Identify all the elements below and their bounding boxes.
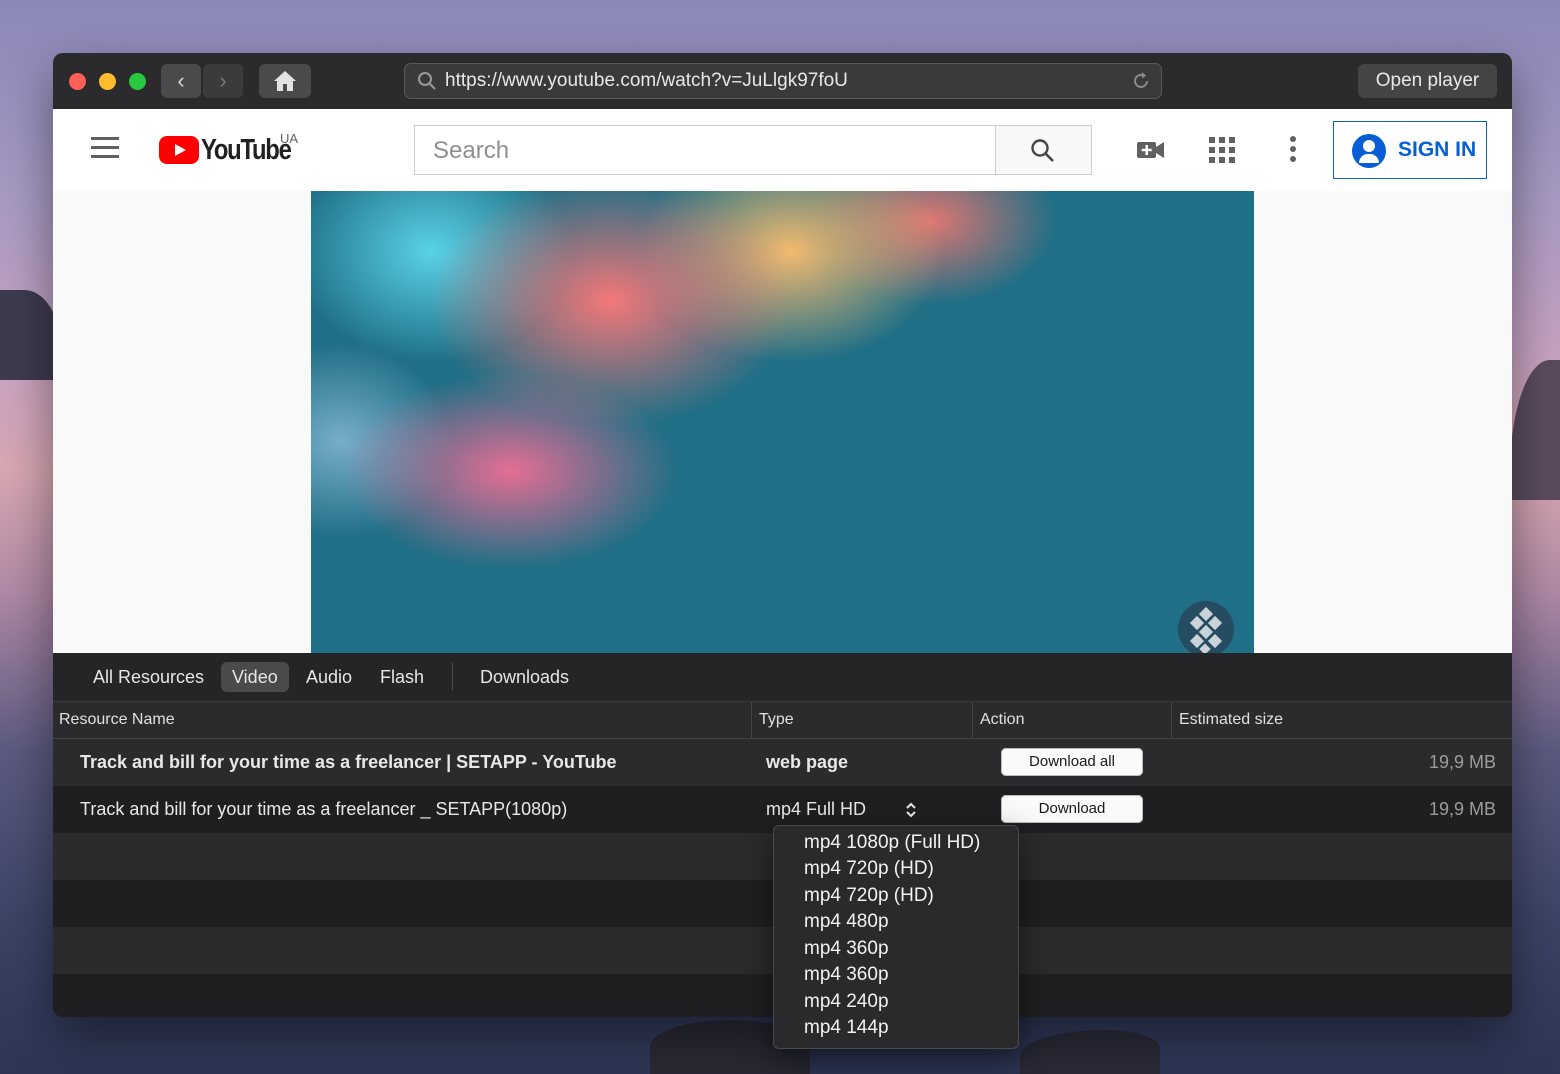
background-hill-left <box>0 290 60 380</box>
tab-video[interactable]: Video <box>221 662 289 692</box>
chevron-left-icon: ‹ <box>177 68 185 93</box>
forward-button[interactable]: › <box>203 64 243 98</box>
resource-type: web page <box>766 752 849 772</box>
more-options-icon[interactable] <box>1277 135 1309 165</box>
back-button[interactable]: ‹ <box>161 64 201 98</box>
chevron-updown-icon[interactable] <box>904 801 918 819</box>
column-divider <box>751 702 752 738</box>
column-type[interactable]: Type <box>759 702 794 738</box>
background-hill-right <box>1510 360 1560 500</box>
format-option[interactable]: mp4 1080p (Full HD) <box>804 830 980 856</box>
tab-downloads[interactable]: Downloads <box>469 662 580 692</box>
chevron-right-icon: › <box>219 68 227 93</box>
sign-in-label: SIGN IN <box>1398 138 1477 161</box>
web-page: YouTube UA Search SIGN IN <box>53 109 1512 653</box>
column-resource-name[interactable]: Resource Name <box>59 702 175 738</box>
apps-grid-icon[interactable] <box>1206 135 1238 165</box>
youtube-header: YouTube UA Search SIGN IN <box>53 109 1512 191</box>
search-icon <box>1031 139 1054 162</box>
home-icon <box>274 71 296 91</box>
tab-all-resources[interactable]: All Resources <box>82 662 215 692</box>
column-action[interactable]: Action <box>980 702 1024 738</box>
minimize-window-button[interactable] <box>99 73 116 90</box>
setapp-icon[interactable] <box>1178 601 1234 653</box>
menu-icon[interactable] <box>91 137 119 161</box>
table-header: Resource Name Type Action Estimated size <box>53 702 1512 739</box>
format-option[interactable]: mp4 720p (HD) <box>804 883 934 909</box>
reload-icon[interactable] <box>1131 71 1151 91</box>
tab-audio[interactable]: Audio <box>295 662 363 692</box>
download-button[interactable]: Download <box>1001 795 1143 823</box>
title-bar: ‹ › https://www.youtube.com/watch?v=JuLl… <box>53 53 1512 109</box>
resource-name: Track and bill for your time as a freela… <box>80 752 617 772</box>
format-option[interactable]: mp4 480p <box>804 909 889 935</box>
region-label: UA <box>280 131 299 146</box>
create-video-icon[interactable] <box>1135 135 1167 165</box>
zoom-window-button[interactable] <box>129 73 146 90</box>
resource-tabs: All Resources Video Audio Flash Download… <box>53 653 1512 702</box>
format-option[interactable]: mp4 360p <box>804 936 889 962</box>
search-input[interactable] <box>431 136 975 166</box>
account-icon <box>1352 134 1386 168</box>
close-window-button[interactable] <box>69 73 86 90</box>
estimated-size: 19,9 MB <box>1428 752 1496 772</box>
background-island <box>1020 1030 1160 1074</box>
home-button[interactable] <box>259 64 311 98</box>
download-all-button[interactable]: Download all <box>1001 748 1143 776</box>
youtube-play-icon <box>159 136 199 164</box>
estimated-size: 19,9 MB <box>1428 799 1496 819</box>
column-estimated-size[interactable]: Estimated size <box>1179 702 1283 738</box>
format-option[interactable]: mp4 240p <box>804 989 889 1015</box>
tab-divider <box>452 663 453 691</box>
table-row[interactable]: Track and bill for your time as a freela… <box>53 739 1512 786</box>
tab-flash[interactable]: Flash <box>369 662 435 692</box>
format-dropdown-menu: mp4 1080p (Full HD) mp4 720p (HD) mp4 72… <box>773 825 1019 1049</box>
youtube-logo-text: YouTube <box>201 134 292 166</box>
column-divider <box>1171 702 1172 738</box>
search-button[interactable] <box>996 125 1092 175</box>
search-icon <box>418 72 436 90</box>
sign-in-button[interactable]: SIGN IN <box>1333 121 1487 179</box>
column-divider <box>972 702 973 738</box>
video-player[interactable] <box>311 191 1254 653</box>
open-player-button[interactable]: Open player <box>1358 64 1497 98</box>
url-text[interactable]: https://www.youtube.com/watch?v=JuLlgk97… <box>445 64 848 98</box>
resource-name: Track and bill for your time as a freela… <box>80 799 568 819</box>
format-option[interactable]: mp4 720p (HD) <box>804 856 934 882</box>
format-option[interactable]: mp4 360p <box>804 962 889 988</box>
format-option[interactable]: mp4 144p <box>804 1015 889 1041</box>
youtube-search-box[interactable] <box>414 125 996 175</box>
address-bar[interactable]: https://www.youtube.com/watch?v=JuLlgk97… <box>404 63 1162 99</box>
